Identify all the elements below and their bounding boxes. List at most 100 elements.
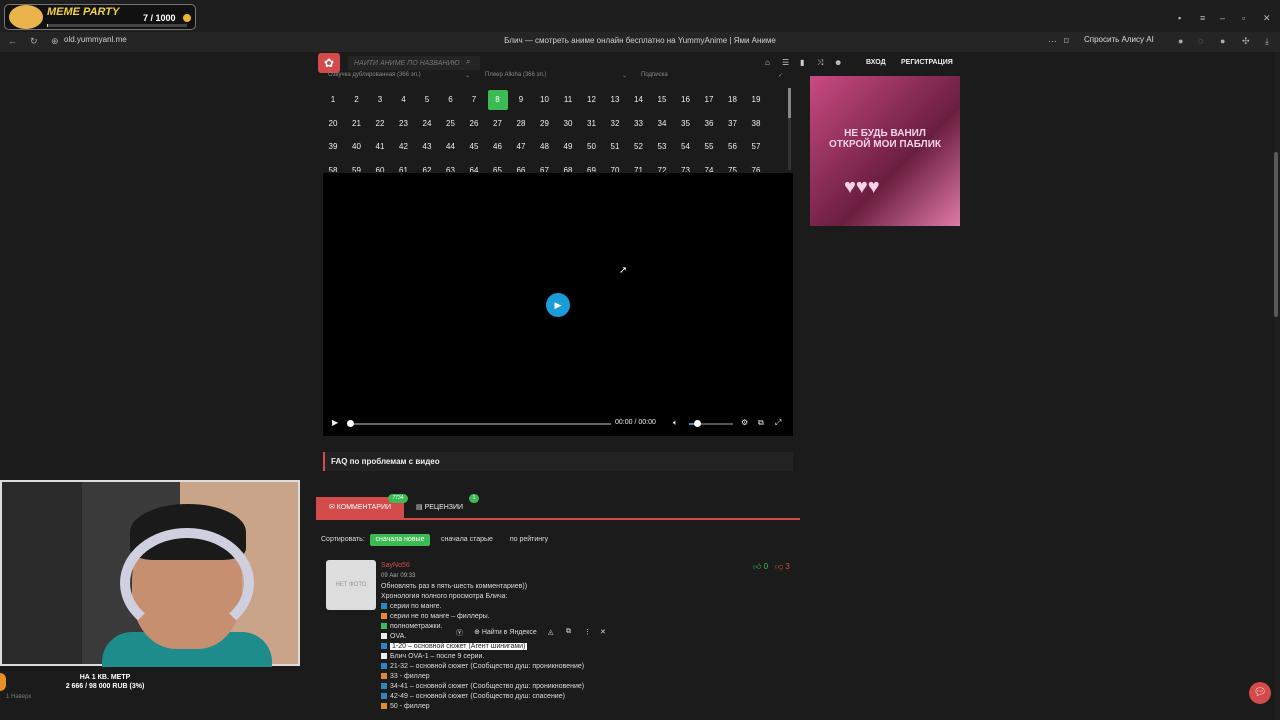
episode-button[interactable]: 28 [511,114,531,134]
bookmark-icon[interactable]: ⌑ [1064,36,1069,47]
episode-button[interactable]: 69 [582,161,602,173]
episode-button[interactable]: 68 [558,161,578,173]
episode-button[interactable]: 5 [417,90,437,110]
player-select[interactable]: Плеер Alloha (366 эп.) [485,72,547,82]
restore-icon[interactable]: ▫ [1242,13,1245,23]
episode-button[interactable]: 24 [417,114,437,134]
episode-button[interactable]: 22 [370,114,390,134]
episode-button[interactable]: 75 [723,161,743,173]
episode-button[interactable]: 27 [488,114,508,134]
episode-button[interactable]: 30 [558,114,578,134]
episode-button[interactable]: 2 [347,90,367,110]
users-icon[interactable]: ☻ [834,58,842,67]
episode-button[interactable]: 20 [323,114,343,134]
play-big-icon[interactable]: ▶ [546,293,570,317]
episode-button[interactable]: 31 [582,114,602,134]
episode-button[interactable]: 44 [441,137,461,157]
bell-icon[interactable]: ◬ [548,628,553,636]
volume-knob[interactable] [694,420,701,427]
popout-icon[interactable]: ⧉ [758,418,764,428]
more-icon[interactable]: ⋮ [584,628,591,636]
episode-button[interactable]: 43 [417,137,437,157]
more-icon[interactable]: ⋯ [1048,36,1057,47]
tab-reviews[interactable]: ▤ РЕЦЕНЗИИ [416,503,463,511]
episode-button[interactable]: 51 [605,137,625,157]
page-scrollbar-thumb[interactable] [1274,152,1278,317]
episode-button[interactable]: 23 [394,114,414,134]
episode-button[interactable]: 3 [370,90,390,110]
list-icon[interactable]: ☰ [782,58,789,67]
episode-button[interactable]: 16 [676,90,696,110]
dislike-button[interactable]: 👎︎ 3 [775,562,790,572]
video-player[interactable]: ▶ ➚ ▶ 00:00 / 00:00 🔈︎ ⚙ ⧉ ⤢ [323,173,793,436]
episode-button[interactable]: 26 [464,114,484,134]
shield-icon[interactable]: ● [1178,36,1183,46]
yandex-icon[interactable]: Ⓨ [456,628,463,638]
alice-button[interactable]: Спросить Алису AI [1084,35,1154,44]
avatar[interactable]: НЕТ ФОТО [326,560,376,610]
episode-button[interactable]: 48 [535,137,555,157]
chart-icon[interactable]: ▮ [800,58,804,67]
episode-button[interactable]: 32 [605,114,625,134]
extensions-icon[interactable]: ✣ [1242,36,1250,47]
episode-button[interactable]: 15 [652,90,672,110]
bulb-icon[interactable]: ◌ [1198,36,1203,46]
subscribe-select[interactable]: Подписка [641,72,668,82]
chevron-down-icon[interactable]: ⌄ [465,72,470,82]
chat-button[interactable]: 💬︎ [1249,682,1271,704]
episode-button[interactable]: 71 [629,161,649,173]
episode-button[interactable]: 4 [394,90,414,110]
play-icon[interactable]: ▶ [332,418,338,427]
episode-button[interactable]: 34 [652,114,672,134]
episode-button[interactable]: 63 [441,161,461,173]
episode-button[interactable]: 76 [746,161,766,173]
register-link[interactable]: РЕГИСТРАЦИЯ [901,59,953,66]
episode-button[interactable]: 73 [676,161,696,173]
episode-button[interactable]: 62 [417,161,437,173]
close-icon[interactable]: ✕ [600,628,606,636]
sort-newest-button[interactable]: сначала новые [370,534,430,546]
episode-button[interactable]: 37 [723,114,743,134]
chevron-down-icon[interactable]: ⌄ [622,72,627,82]
minimize-icon[interactable]: – [1220,13,1225,23]
episode-button[interactable]: 6 [441,90,461,110]
episode-button[interactable]: 52 [629,137,649,157]
settings-icon[interactable]: ⚙ [741,418,748,427]
episode-button[interactable]: 33 [629,114,649,134]
episode-scrollbar-thumb[interactable] [788,88,791,118]
circle-icon[interactable]: ● [1220,36,1225,46]
login-link[interactable]: ВХОД [866,59,886,66]
episode-button[interactable]: 54 [676,137,696,157]
episode-button[interactable]: 42 [394,137,414,157]
episode-button[interactable]: 38 [746,114,766,134]
episode-button[interactable]: 59 [347,161,367,173]
search-icon[interactable]: ⌕ [466,57,470,67]
episode-button[interactable]: 40 [347,137,367,157]
faq-bar[interactable]: FAQ по проблемам с видео [323,452,793,471]
episode-button[interactable]: 39 [323,137,343,157]
paw-logo-icon[interactable]: ✿ [318,53,340,73]
seek-bar[interactable] [349,423,611,425]
episode-button[interactable]: 65 [488,161,508,173]
episode-button[interactable]: 53 [652,137,672,157]
episode-button[interactable]: 21 [347,114,367,134]
extension-icon[interactable]: ▪ [1178,13,1181,23]
episode-button[interactable]: 1 [323,90,343,110]
episode-button[interactable]: 70 [605,161,625,173]
like-button[interactable]: 👍︎ 0 [753,562,768,572]
episode-button[interactable]: 56 [723,137,743,157]
episode-button[interactable]: 60 [370,161,390,173]
episode-button[interactable]: 67 [535,161,555,173]
episode-button[interactable]: 13 [605,90,625,110]
dub-select[interactable]: Озвучка дублированная (366 эп.) [328,72,421,82]
episode-button[interactable]: 8 [487,90,508,110]
episode-button[interactable]: 36 [699,114,719,134]
home-icon[interactable]: ⌂ [765,58,770,67]
episode-button[interactable]: 47 [511,137,531,157]
episode-button[interactable]: 66 [511,161,531,173]
episode-button[interactable]: 17 [699,90,719,110]
shuffle-icon[interactable]: ⤨ [817,58,823,68]
sort-rating-button[interactable]: по рейтингу [503,534,555,546]
comment-author[interactable]: SayNo56 [381,562,410,569]
sort-oldest-button[interactable]: сначала старые [436,534,498,546]
